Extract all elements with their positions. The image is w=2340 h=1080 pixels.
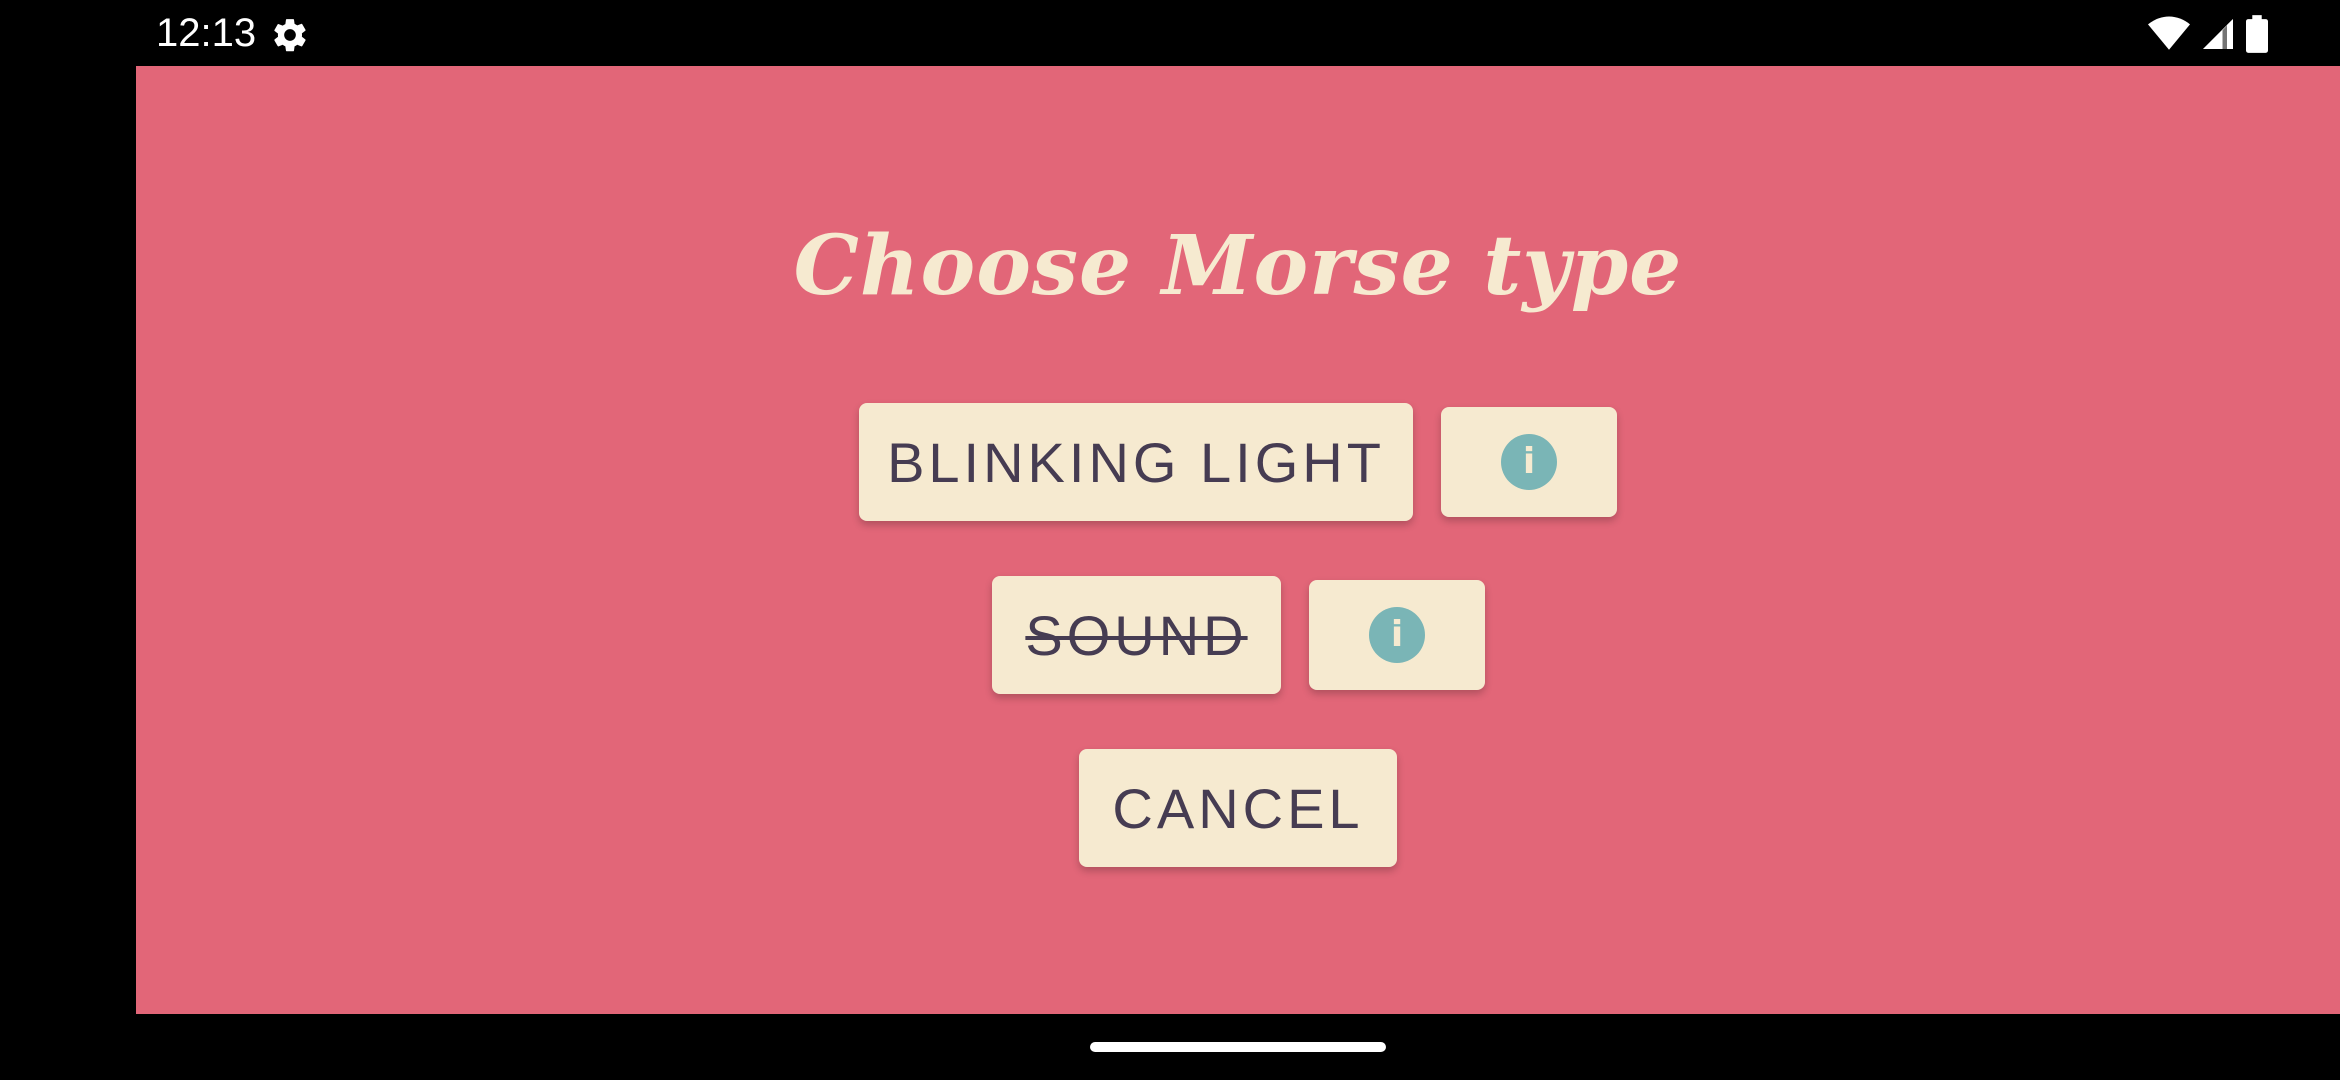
status-time: 12:13 — [156, 11, 257, 55]
status-icons — [2148, 14, 2268, 54]
page-title: Choose Morse type — [793, 218, 1683, 314]
morse-type-dialog: Choose Morse type BLINKING LIGHT i SOUND… — [136, 66, 2340, 1014]
sound-label: SOUND — [1025, 603, 1248, 667]
sound-info-button[interactable]: i — [1309, 580, 1485, 690]
status-bar: 12:13 — [0, 0, 2340, 66]
blinking-light-info-button[interactable]: i — [1441, 407, 1617, 517]
blinking-light-button[interactable]: BLINKING LIGHT — [859, 403, 1413, 521]
cancel-button[interactable]: CANCEL — [1079, 749, 1397, 867]
cancel-label: CANCEL — [1112, 776, 1364, 840]
navigation-handle[interactable] — [1090, 1042, 1386, 1052]
info-icon: i — [1369, 607, 1425, 663]
sound-button[interactable]: SOUND — [992, 576, 1281, 694]
battery-icon — [2246, 15, 2268, 53]
screen: 12:13 Choose Morse type BLINKING LIGHT i… — [0, 0, 2340, 1080]
signal-icon — [2203, 19, 2233, 49]
info-icon: i — [1501, 434, 1557, 490]
blinking-light-label: BLINKING LIGHT — [887, 430, 1385, 494]
settings-icon — [274, 19, 306, 52]
wifi-icon — [2148, 16, 2190, 50]
